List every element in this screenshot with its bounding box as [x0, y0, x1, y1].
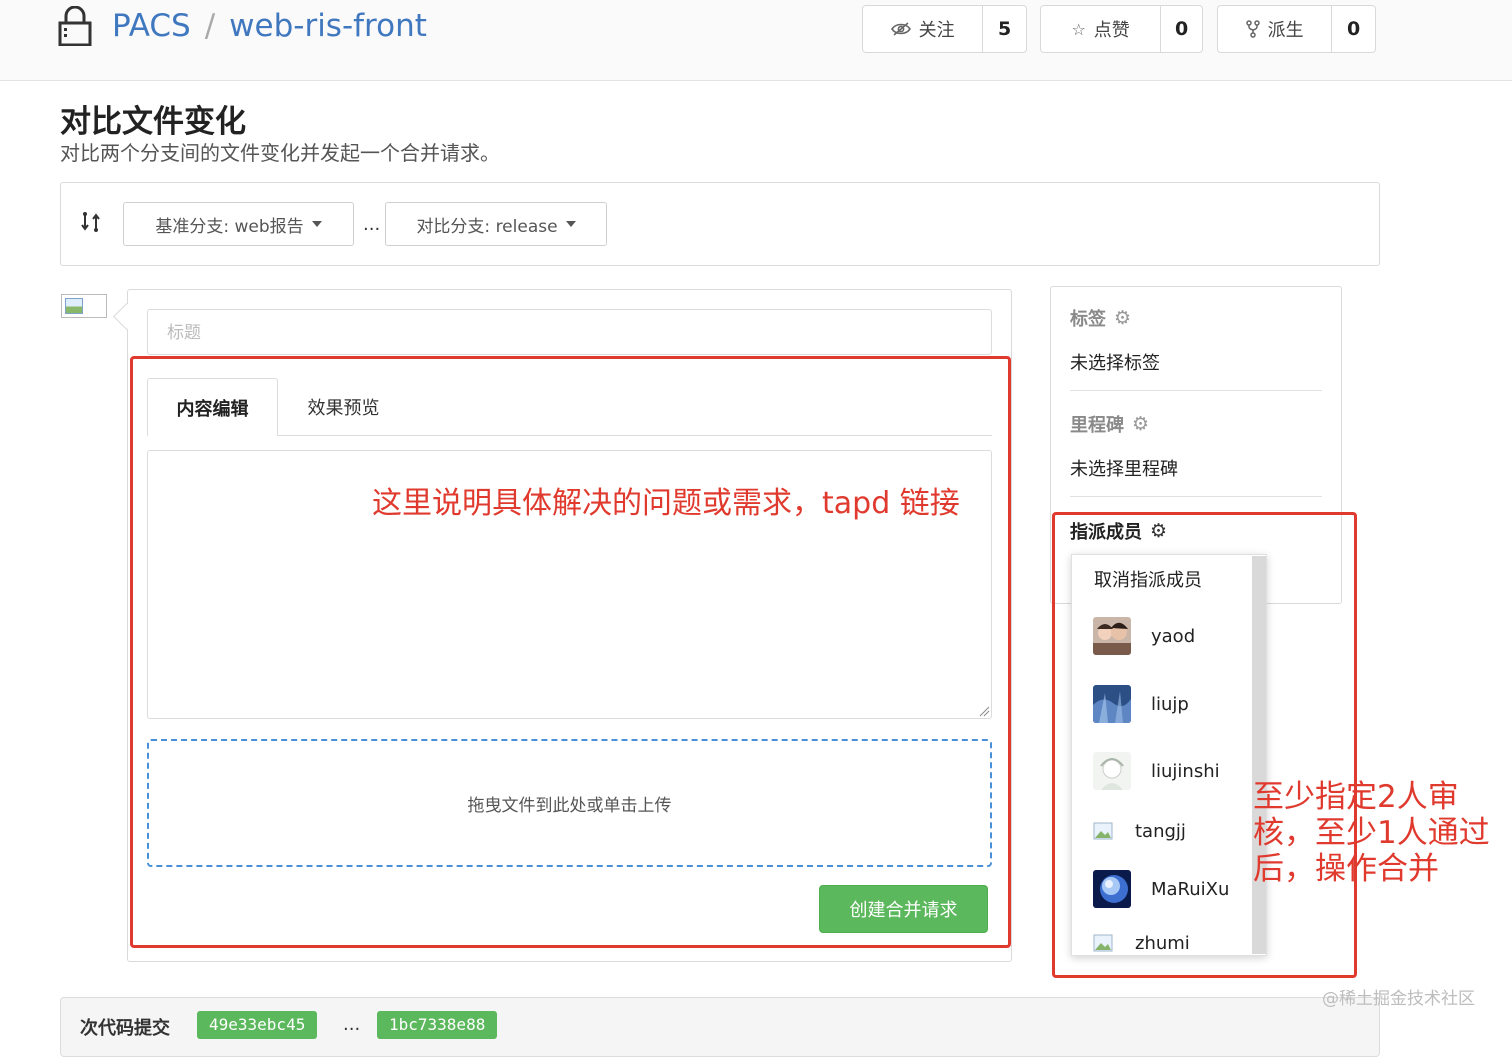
fork-label: 派生 [1267, 20, 1304, 41]
breadcrumb: PACS / web-ris-front [112, 8, 427, 44]
broken-image-icon [65, 298, 83, 314]
repo-link[interactable]: web-ris-front [229, 8, 427, 44]
star-count[interactable]: 0 [1161, 6, 1202, 52]
labels-title: 标签 [1070, 309, 1106, 330]
labels-value: 未选择标签 [1070, 353, 1160, 374]
compare-branch-label: 对比分支: release [416, 216, 558, 237]
chevron-down-icon [311, 221, 322, 227]
watch-count[interactable]: 5 [983, 6, 1026, 52]
title-input[interactable]: 标题 [147, 309, 992, 355]
labels-heading[interactable]: 标签 ⚙ [1070, 305, 1131, 331]
milestone-heading[interactable]: 里程碑 ⚙ [1070, 411, 1149, 437]
star-icon: ☆ [1071, 19, 1086, 39]
annotation-box-assignees [1052, 512, 1357, 978]
watermark: @稀土掘金技术社区 [1322, 989, 1475, 1009]
watch-button-group: 关注 5 [862, 5, 1027, 53]
commit-count-label: 次代码提交 [80, 1018, 170, 1039]
gear-icon[interactable]: ⚙ [1132, 413, 1149, 435]
sidebar-divider [1070, 496, 1322, 497]
milestone-value: 未选择里程碑 [1070, 459, 1178, 480]
gear-icon[interactable]: ⚙ [1114, 307, 1131, 329]
lock-icon [58, 6, 92, 46]
compare-arrows-icon [81, 212, 100, 232]
watch-button[interactable]: 关注 [863, 6, 984, 52]
page-description: 对比两个分支间的文件变化并发起一个合并请求。 [60, 141, 500, 165]
star-button[interactable]: ☆ 点赞 [1041, 6, 1162, 52]
chevron-down-icon [565, 221, 576, 227]
annotation-content-note: 这里说明具体解决的问题或需求，tapd 链接 [372, 486, 960, 521]
to-commit-sha[interactable]: 1bc7338e88 [377, 1011, 498, 1039]
star-label: 点赞 [1093, 20, 1130, 41]
compare-branch-dropdown[interactable]: 对比分支: release [385, 202, 607, 246]
annotation-box-content [130, 356, 1011, 948]
watch-label: 关注 [918, 20, 955, 41]
branch-separator: ... [363, 214, 381, 235]
breadcrumb-separator: / [204, 8, 216, 44]
commit-separator: ... [343, 1014, 361, 1035]
annotation-reviewer-note: 至少指定2人审核，至少1人通过后，操作合并 [1253, 779, 1490, 887]
avatar [61, 294, 107, 318]
fork-icon [1245, 20, 1260, 38]
from-commit-sha[interactable]: 49e33ebc45 [197, 1011, 318, 1039]
base-branch-dropdown[interactable]: 基准分支: web报告 [123, 202, 354, 246]
milestone-title: 里程碑 [1070, 415, 1124, 436]
page-title: 对比文件变化 [60, 104, 246, 140]
fork-button-group: 派生 0 [1217, 5, 1376, 53]
star-button-group: ☆ 点赞 0 [1040, 5, 1203, 53]
org-link[interactable]: PACS [112, 8, 191, 44]
fork-count[interactable]: 0 [1332, 6, 1375, 52]
fork-button[interactable]: 派生 [1218, 6, 1333, 52]
base-branch-label: 基准分支: web报告 [155, 216, 304, 237]
sidebar-divider [1070, 390, 1322, 391]
eye-slash-icon [890, 22, 911, 36]
